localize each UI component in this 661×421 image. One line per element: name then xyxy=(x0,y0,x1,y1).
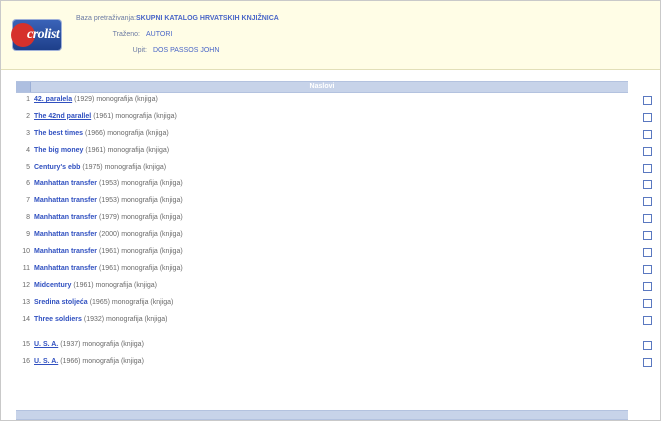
list-item[interactable]: 1 42. paralela (1929) monografija (knjiga) xyxy=(16,92,652,109)
item-title-link[interactable]: U. S. A. xyxy=(34,358,58,365)
item-meta: (1961) monografija (knjiga) xyxy=(99,248,183,256)
list-item[interactable]: 6 Manhattan transfer (1953) monografija (k… xyxy=(16,176,652,193)
list-item[interactable]: 11 Manhattan transfer (1961) monografija (… xyxy=(16,261,652,278)
item-meta: (1932) monografija (knjiga) xyxy=(83,315,168,323)
results-list: 1 42. paralela (1929) monografija (knjiga)… xyxy=(16,92,652,371)
list-item[interactable]: 13 Sredina stoljeća (1965) monografija (kn… xyxy=(16,295,652,312)
item-title-link[interactable]: Sredina stoljeća xyxy=(34,299,88,306)
list-item[interactable]: 15 U. S. A. (1937) monografija (knjiga) xyxy=(16,337,652,354)
results-column-title: Naslovi xyxy=(309,83,335,90)
searched-label: Traženo: xyxy=(112,31,140,38)
item-title-link[interactable]: The 42nd parallel xyxy=(34,113,91,120)
header-database-row: Baza pretraživanja:SKUPNI KATALOG HRVATS… xyxy=(76,15,279,22)
item-checkbox[interactable] xyxy=(643,248,652,258)
list-item[interactable]: 3 The best times (1966) monografija (knjig… xyxy=(16,126,652,143)
query-label: Upit: xyxy=(132,47,147,54)
item-number: 12 xyxy=(22,281,30,289)
item-number: 8 xyxy=(26,214,30,222)
item-checkbox[interactable] xyxy=(643,197,652,207)
results-frame: crolist Baza pretraživanja:SKUPNI KATALO… xyxy=(0,0,661,421)
list-item[interactable]: 8 Manhattan transfer (1979) monografija (k… xyxy=(16,210,652,227)
list-item[interactable]: 12 Midcentury (1961) monografija (knjiga) xyxy=(16,278,652,295)
item-meta: (1979) monografija (knjiga) xyxy=(99,214,183,222)
item-title-link[interactable]: The best times xyxy=(34,130,83,137)
item-number: 11 xyxy=(22,264,30,272)
item-title-link[interactable]: Century's ebb xyxy=(34,164,80,171)
item-meta: (1929) monografija (knjiga) xyxy=(74,96,158,103)
item-checkbox[interactable] xyxy=(643,96,652,105)
item-checkbox[interactable] xyxy=(643,298,652,308)
results-footer-bar xyxy=(16,410,628,420)
list-item[interactable]: 2 The 42nd parallel (1961) monografija (kn… xyxy=(16,109,652,126)
item-number: 10 xyxy=(22,248,30,256)
item-checkbox[interactable] xyxy=(643,214,652,224)
item-title-link[interactable]: 42. paralela xyxy=(34,96,72,103)
list-item[interactable]: 16 U. S. A. (1966) monografija (knjiga) xyxy=(16,354,652,371)
item-meta: (1953) monografija (knjiga) xyxy=(99,180,183,188)
item-title-link[interactable]: Three soldiers xyxy=(34,316,82,323)
item-checkbox[interactable] xyxy=(643,264,652,274)
item-checkbox[interactable] xyxy=(643,112,652,122)
list-item[interactable]: 9 Manhattan transfer (2000) monografija (k… xyxy=(16,227,652,244)
item-number: 13 xyxy=(22,298,30,306)
item-meta: (2000) monografija (knjiga) xyxy=(99,231,183,239)
item-title-link[interactable]: Manhattan transfer xyxy=(34,231,97,238)
item-checkbox[interactable] xyxy=(643,180,652,190)
database-value: SKUPNI KATALOG HRVATSKIH KNJIŽNICA xyxy=(136,15,279,22)
item-number: 16 xyxy=(22,358,30,366)
list-item[interactable]: 7 Manhattan transfer (1953) monografija (k… xyxy=(16,193,652,210)
item-meta: (1975) monografija (knjiga) xyxy=(82,163,167,171)
item-number: 9 xyxy=(26,231,30,239)
item-meta: (1966) monografija (knjiga) xyxy=(85,129,169,137)
item-checkbox[interactable] xyxy=(643,129,652,139)
list-item[interactable]: 5 Century's ebb (1975) monografija (knjiga… xyxy=(16,160,652,177)
item-number: 1 xyxy=(26,96,30,103)
item-number: 14 xyxy=(22,315,30,323)
item-title-link[interactable]: Manhattan transfer xyxy=(34,197,97,204)
item-meta: (1961) monografija (knjiga) xyxy=(73,281,157,289)
item-meta: (1965) monografija (knjiga) xyxy=(89,298,174,306)
item-number: 15 xyxy=(22,341,30,349)
item-number: 6 xyxy=(26,180,30,188)
item-checkbox[interactable] xyxy=(643,358,652,368)
item-meta: (1953) monografija (knjiga) xyxy=(99,197,183,205)
item-checkbox[interactable] xyxy=(643,281,652,291)
item-title-link[interactable]: Midcentury xyxy=(34,282,71,289)
item-title-link[interactable]: Manhattan transfer xyxy=(34,214,97,221)
item-number: 2 xyxy=(26,112,30,120)
list-gap xyxy=(16,328,628,337)
logo-text: crolist xyxy=(27,27,60,42)
item-checkbox[interactable] xyxy=(643,341,652,351)
item-meta: (1966) monografija (knjiga) xyxy=(60,358,144,366)
item-number: 3 xyxy=(26,129,30,137)
item-meta: (1937) monografija (knjiga) xyxy=(60,341,144,349)
item-checkbox[interactable] xyxy=(643,163,652,173)
item-checkbox[interactable] xyxy=(643,146,652,156)
item-title-link[interactable]: Manhattan transfer xyxy=(34,180,97,187)
list-item[interactable]: 10 Manhattan transfer (1961) monografija (… xyxy=(16,244,652,261)
database-label: Baza pretraživanja: xyxy=(76,15,136,22)
item-title-link[interactable]: U. S. A. xyxy=(34,341,58,348)
item-meta: (1961) monografija (knjiga) xyxy=(93,112,177,120)
header-searched-row: Traženo: AUTORI xyxy=(76,31,173,38)
item-meta: (1961) monografija (knjiga) xyxy=(85,146,170,154)
list-item[interactable]: 14 Three soldiers (1932) monografija (knji… xyxy=(16,312,652,329)
item-number: 7 xyxy=(26,197,30,205)
item-checkbox[interactable] xyxy=(643,315,652,325)
query-value: DOS PASSOS JOHN xyxy=(153,47,220,54)
item-title-link[interactable]: Manhattan transfer xyxy=(34,265,97,272)
item-title-link[interactable]: Manhattan transfer xyxy=(34,248,97,255)
item-checkbox[interactable] xyxy=(643,231,652,241)
search-header: crolist Baza pretraživanja:SKUPNI KATALO… xyxy=(1,1,660,70)
item-number: 5 xyxy=(26,163,30,171)
list-item[interactable]: 4 The big money (1961) monografija (knjiga… xyxy=(16,143,652,160)
item-number: 4 xyxy=(26,146,30,154)
header-query-row: Upit: DOS PASSOS JOHN xyxy=(76,47,220,54)
crolist-logo: crolist xyxy=(11,20,61,50)
searched-value: AUTORI xyxy=(146,31,173,38)
item-title-link[interactable]: The big money xyxy=(34,147,83,154)
item-meta: (1961) monografija (knjiga) xyxy=(99,264,183,272)
